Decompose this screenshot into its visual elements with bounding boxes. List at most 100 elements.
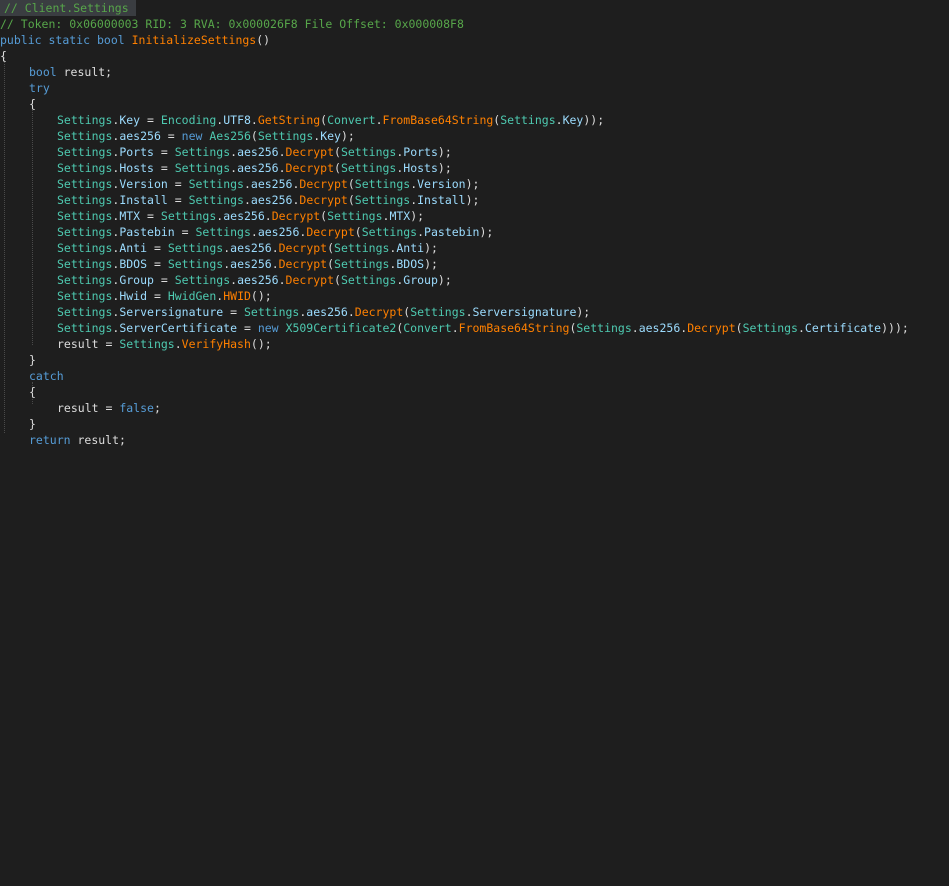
property-pastebin[interactable]: Pastebin xyxy=(424,225,479,239)
property-aes256[interactable]: aes256 xyxy=(237,161,279,175)
method-decrypt[interactable]: Decrypt xyxy=(286,273,334,287)
type-settings[interactable]: Settings xyxy=(168,241,223,255)
type-settings[interactable]: Settings xyxy=(189,177,244,191)
property-key[interactable]: Key xyxy=(320,129,341,143)
type-settings[interactable]: Settings xyxy=(244,305,299,319)
type-settings[interactable]: Settings xyxy=(57,161,112,175)
property-aes256[interactable]: aes256 xyxy=(237,273,279,287)
type-settings[interactable]: Settings xyxy=(57,177,112,191)
property-anti[interactable]: Anti xyxy=(119,241,147,255)
type-settings[interactable]: Settings xyxy=(57,129,112,143)
method-decrypt[interactable]: Decrypt xyxy=(299,177,347,191)
property-install[interactable]: Install xyxy=(119,193,167,207)
property-ports[interactable]: Ports xyxy=(403,145,438,159)
property-servercertificate[interactable]: ServerCertificate xyxy=(119,321,237,335)
type-settings[interactable]: Settings xyxy=(57,273,112,287)
method-decrypt[interactable]: Decrypt xyxy=(279,257,327,271)
property-version[interactable]: Version xyxy=(119,177,167,191)
property-hosts[interactable]: Hosts xyxy=(119,161,154,175)
method-decrypt[interactable]: Decrypt xyxy=(299,193,347,207)
method-decrypt[interactable]: Decrypt xyxy=(279,241,327,255)
property-bdos[interactable]: BDOS xyxy=(119,257,147,271)
type-settings[interactable]: Settings xyxy=(57,305,112,319)
method-verifyhash[interactable]: VerifyHash xyxy=(182,337,251,351)
property-serversignature[interactable]: Serversignature xyxy=(119,305,223,319)
property-aes256[interactable]: aes256 xyxy=(639,321,681,335)
method-decrypt[interactable]: Decrypt xyxy=(286,161,334,175)
type-settings[interactable]: Settings xyxy=(500,113,555,127)
type-settings[interactable]: Settings xyxy=(341,161,396,175)
method-frombase64[interactable]: FromBase64String xyxy=(459,321,570,335)
type-settings[interactable]: Settings xyxy=(196,225,251,239)
property-key[interactable]: Key xyxy=(119,113,140,127)
property-pastebin[interactable]: Pastebin xyxy=(119,225,174,239)
type-settings[interactable]: Settings xyxy=(161,209,216,223)
property-mtx[interactable]: MTX xyxy=(389,209,410,223)
type-x509[interactable]: X509Certificate2 xyxy=(286,321,397,335)
type-settings[interactable]: Settings xyxy=(189,193,244,207)
type-settings[interactable]: Settings xyxy=(327,209,382,223)
type-settings[interactable]: Settings xyxy=(57,193,112,207)
method-decrypt[interactable]: Decrypt xyxy=(272,209,320,223)
method-hwid[interactable]: HWID xyxy=(223,289,251,303)
type-hwidgen[interactable]: HwidGen xyxy=(168,289,216,303)
property-key[interactable]: Key xyxy=(563,113,584,127)
property-aes256[interactable]: aes256 xyxy=(251,177,293,191)
property-aes256[interactable]: aes256 xyxy=(119,129,161,143)
method-name[interactable]: InitializeSettings xyxy=(132,33,257,47)
code-editor[interactable]: // Client.Settings // Token: 0x06000003 … xyxy=(0,0,949,447)
type-settings[interactable]: Settings xyxy=(355,177,410,191)
type-settings[interactable]: Settings xyxy=(576,321,631,335)
type-settings[interactable]: Settings xyxy=(57,209,112,223)
type-settings[interactable]: Settings xyxy=(175,161,230,175)
property-certificate[interactable]: Certificate xyxy=(805,321,881,335)
method-frombase64[interactable]: FromBase64String xyxy=(383,113,494,127)
method-getstring[interactable]: GetString xyxy=(258,113,320,127)
property-serversignature[interactable]: Serversignature xyxy=(473,305,577,319)
type-settings[interactable]: Settings xyxy=(258,129,313,143)
type-encoding[interactable]: Encoding xyxy=(161,113,216,127)
property-ports[interactable]: Ports xyxy=(119,145,154,159)
method-decrypt[interactable]: Decrypt xyxy=(355,305,403,319)
type-settings[interactable]: Settings xyxy=(743,321,798,335)
property-aes256[interactable]: aes256 xyxy=(306,305,348,319)
property-bdos[interactable]: BDOS xyxy=(396,257,424,271)
type-settings[interactable]: Settings xyxy=(334,241,389,255)
type-convert[interactable]: Convert xyxy=(403,321,451,335)
property-aes256[interactable]: aes256 xyxy=(223,209,265,223)
type-settings[interactable]: Settings xyxy=(57,257,112,271)
variable-result[interactable]: result xyxy=(57,337,99,351)
type-settings[interactable]: Settings xyxy=(57,321,112,335)
property-group[interactable]: Group xyxy=(403,273,438,287)
type-settings[interactable]: Settings xyxy=(175,145,230,159)
property-aes256[interactable]: aes256 xyxy=(230,257,272,271)
type-settings[interactable]: Settings xyxy=(410,305,465,319)
type-settings[interactable]: Settings xyxy=(341,145,396,159)
type-convert[interactable]: Convert xyxy=(327,113,375,127)
type-settings[interactable]: Settings xyxy=(168,257,223,271)
type-settings[interactable]: Settings xyxy=(362,225,417,239)
type-settings[interactable]: Settings xyxy=(57,113,112,127)
type-settings[interactable]: Settings xyxy=(57,225,112,239)
type-settings[interactable]: Settings xyxy=(57,145,112,159)
method-decrypt[interactable]: Decrypt xyxy=(306,225,354,239)
type-settings[interactable]: Settings xyxy=(175,273,230,287)
variable-result[interactable]: result xyxy=(57,401,99,415)
property-hwid[interactable]: Hwid xyxy=(119,289,147,303)
type-settings[interactable]: Settings xyxy=(57,241,112,255)
property-hosts[interactable]: Hosts xyxy=(403,161,438,175)
property-aes256[interactable]: aes256 xyxy=(258,225,300,239)
method-decrypt[interactable]: Decrypt xyxy=(687,321,735,335)
property-aes256[interactable]: aes256 xyxy=(230,241,272,255)
property-utf8[interactable]: UTF8 xyxy=(223,113,251,127)
property-mtx[interactable]: MTX xyxy=(119,209,140,223)
type-settings[interactable]: Settings xyxy=(334,257,389,271)
type-settings[interactable]: Settings xyxy=(57,289,112,303)
property-version[interactable]: Version xyxy=(417,177,465,191)
property-aes256[interactable]: aes256 xyxy=(237,145,279,159)
type-settings[interactable]: Settings xyxy=(119,337,174,351)
type-settings[interactable]: Settings xyxy=(341,273,396,287)
type-settings[interactable]: Settings xyxy=(355,193,410,207)
type-aes256[interactable]: Aes256 xyxy=(209,129,251,143)
property-anti[interactable]: Anti xyxy=(396,241,424,255)
